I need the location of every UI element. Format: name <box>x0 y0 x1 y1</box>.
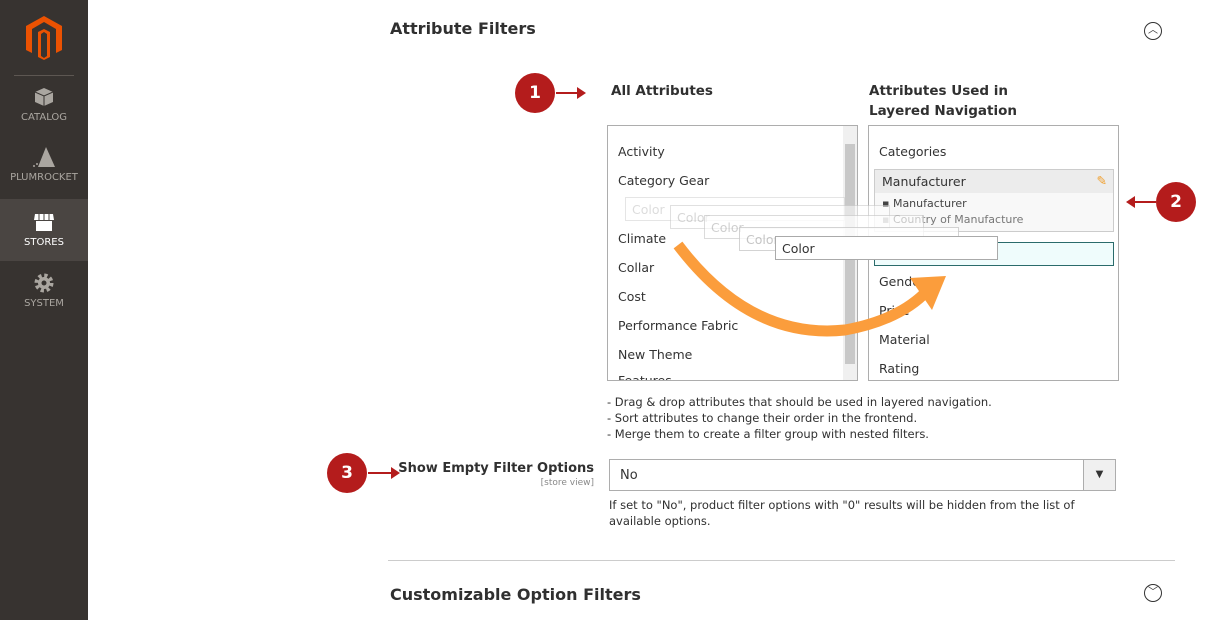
gear-icon <box>34 273 54 293</box>
drag-direction-arrow <box>673 241 946 337</box>
sidebar-item-catalog[interactable]: CATALOG <box>0 86 88 148</box>
pencil-icon[interactable]: ✎ <box>1097 173 1107 188</box>
sidebar: CATALOG PLUMROCKET STORES SYSTEM <box>0 0 88 620</box>
callout-badge: 1 <box>515 73 555 113</box>
list-item[interactable]: Climate <box>618 231 666 246</box>
section-title-attribute-filters[interactable]: Attribute Filters <box>390 19 536 38</box>
sidebar-item-stores[interactable]: STORES <box>0 199 88 261</box>
divider <box>14 75 74 76</box>
expand-icon[interactable]: ﹀ <box>1144 584 1162 602</box>
collapse-icon[interactable]: ︿ <box>1144 22 1162 40</box>
list-item[interactable]: Features <box>618 373 672 380</box>
callout-badge: 2 <box>1156 182 1196 222</box>
list-item[interactable]: Categories <box>879 144 946 159</box>
section-title-customizable-filters[interactable]: Customizable Option Filters <box>390 585 641 604</box>
box-icon <box>34 88 54 106</box>
list-item[interactable]: New Theme <box>618 347 692 362</box>
callout-arrow <box>368 467 400 479</box>
list-item[interactable]: Rating <box>879 361 919 376</box>
empty-options-label: Show Empty Filter Options <box>398 461 594 476</box>
all-attributes-title: All Attributes <box>611 83 713 99</box>
list-item[interactable]: Cost <box>618 289 646 304</box>
group-child[interactable]: ▪ Manufacturer <box>875 193 1113 210</box>
store-icon <box>34 214 54 231</box>
list-item[interactable]: Collar <box>618 260 654 275</box>
layered-title: Attributes Used in Layered Navigation <box>869 83 1018 119</box>
callout-badge: 3 <box>327 453 367 493</box>
callout-arrow <box>556 87 586 99</box>
sidebar-item-system[interactable]: SYSTEM <box>0 272 88 334</box>
help-note: - Drag & drop attributes that should be … <box>607 395 992 441</box>
list-item[interactable]: Activity <box>618 144 665 159</box>
pyramid-icon <box>33 147 55 167</box>
show-empty-options-select[interactable]: No ▼ <box>609 459 1116 491</box>
list-item[interactable]: Category Gear <box>618 173 709 188</box>
callout-arrow <box>1126 196 1156 208</box>
empty-options-hint: If set to "No", product filter options w… <box>609 498 1075 528</box>
chevron-down-icon[interactable]: ▼ <box>1083 460 1115 490</box>
scope-label: [store view] <box>540 478 594 488</box>
group-header: Manufacturer ✎ <box>875 170 1113 193</box>
divider <box>388 560 1175 561</box>
magento-logo[interactable] <box>24 16 64 60</box>
